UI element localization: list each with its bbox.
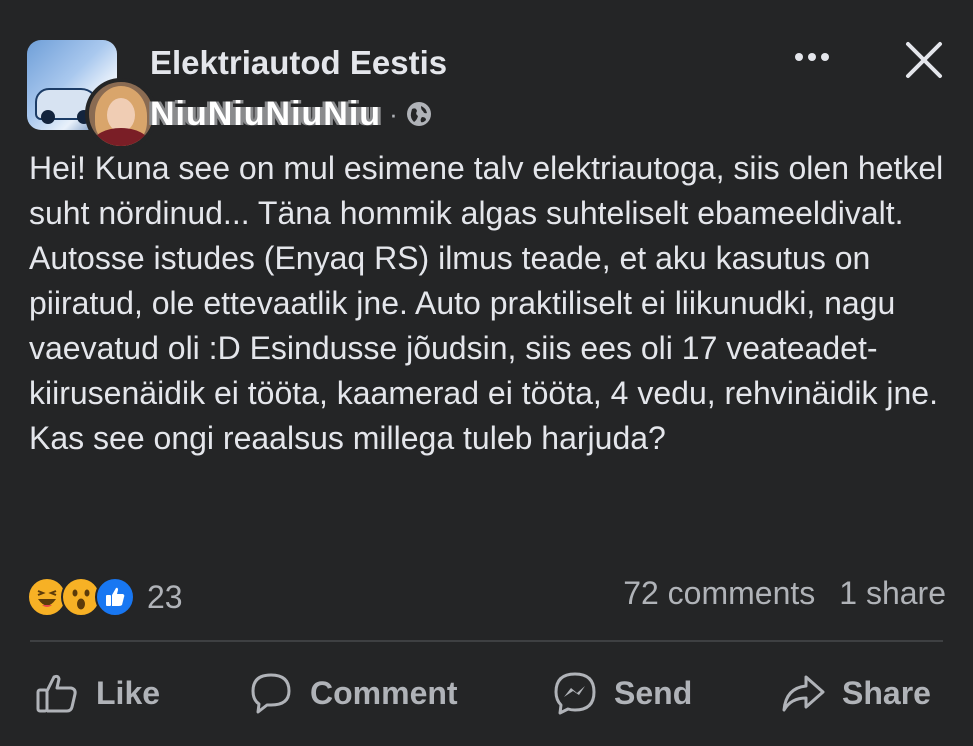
- engagement-stats: 72 comments 1 share: [623, 575, 946, 612]
- author-name-link[interactable]: NiuNiuNiuNiu: [150, 95, 381, 134]
- reaction-count: 23: [147, 578, 183, 615]
- send-label: Send: [614, 674, 693, 711]
- comment-label: Comment: [310, 674, 458, 711]
- like-label: Like: [96, 674, 161, 711]
- like-button[interactable]: Like: [34, 660, 160, 726]
- globe-icon[interactable]: [406, 101, 432, 127]
- divider: [30, 640, 943, 642]
- reactions-summary[interactable]: 23: [27, 577, 183, 617]
- like-reaction-icon: [95, 577, 135, 617]
- more-options-icon[interactable]: [788, 40, 836, 74]
- comment-icon: [251, 673, 291, 714]
- thumbs-up-icon: [36, 674, 77, 713]
- send-button[interactable]: Send: [552, 660, 692, 726]
- user-avatar[interactable]: [85, 78, 157, 150]
- post-actions-bar: Like Comment Send Share: [0, 660, 973, 726]
- comments-count-link[interactable]: 72 comments: [623, 575, 815, 612]
- post-meta: NiuNiuNiuNiu ·: [150, 92, 432, 136]
- comment-button[interactable]: Comment: [248, 660, 458, 726]
- messenger-icon: [554, 672, 596, 715]
- group-name-link[interactable]: Elektriautod Eestis: [150, 44, 447, 82]
- shares-count-link[interactable]: 1 share: [839, 575, 946, 612]
- share-button[interactable]: Share: [780, 660, 931, 726]
- post-text: Hei! Kuna see on mul esimene talv elektr…: [29, 150, 944, 456]
- share-arrow-icon: [782, 675, 825, 712]
- close-icon[interactable]: [902, 38, 946, 82]
- post-avatar[interactable]: [27, 40, 157, 150]
- meta-separator: ·: [389, 98, 398, 129]
- share-label: Share: [842, 674, 931, 711]
